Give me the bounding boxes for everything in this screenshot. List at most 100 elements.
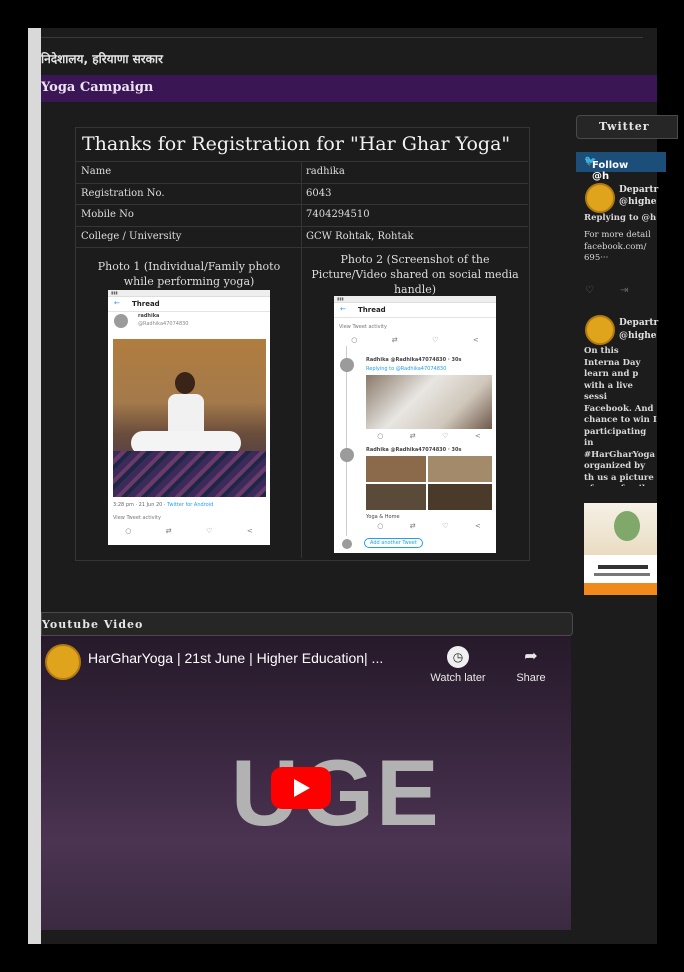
bedsheet <box>113 451 266 497</box>
thread-title: Thread <box>358 306 386 314</box>
youtube-tab-label: Youtube Video <box>42 618 144 631</box>
tweet-author-handle[interactable]: @highe <box>619 196 657 208</box>
divider <box>301 227 302 248</box>
avatar <box>340 448 354 462</box>
retweet-icon[interactable]: ⇄ <box>410 522 416 530</box>
clock-icon: ◷ <box>447 646 469 668</box>
share-arrow-icon: ➦ <box>524 648 538 665</box>
share-icon[interactable]: < <box>247 527 253 535</box>
tweet-photo <box>366 456 426 482</box>
tweet-actions: ○ ⇄ ♡ < <box>108 527 270 535</box>
photo2-screenshot[interactable]: ▮▮▮ ← Thread View Tweet activity ○ ⇄ ♡ <… <box>334 296 496 553</box>
share-label: Share <box>516 672 546 684</box>
tweet-actions: ○ ⇄ ♡ < <box>364 522 494 530</box>
reg-row-mobile: Mobile No 7404294510 <box>76 204 528 226</box>
department-label: निदेशालय, हरियाणा सरकार <box>41 52 163 66</box>
thread-header: ← Thread <box>108 297 270 312</box>
twitter-tab-label: Twitter <box>599 120 650 133</box>
like-icon[interactable]: ♡ <box>585 285 594 296</box>
like-icon[interactable]: ♡ <box>432 336 438 344</box>
photo2-heading: Photo 2 (Screenshot of the Picture/Video… <box>311 253 519 296</box>
play-icon <box>294 779 310 797</box>
divider <box>301 205 302 226</box>
retweet-icon[interactable]: ⇄ <box>392 336 398 344</box>
status-bar: ▮▮▮ <box>108 290 270 297</box>
view-activity[interactable]: View Tweet activity <box>113 515 265 521</box>
top-divider <box>41 37 643 38</box>
tweet-user: radhika <box>138 313 160 319</box>
tweet-reply-to: Replying to @h <box>584 213 657 223</box>
reg-label: Name <box>81 166 112 177</box>
poster-figure <box>614 511 640 541</box>
video-title[interactable]: HarGharYoga | 21st June | Higher Educati… <box>88 650 438 666</box>
tweet-text: On this Interna Day learn and p with a l… <box>584 346 657 486</box>
reply-icon[interactable]: ○ <box>125 527 131 535</box>
thread-line <box>346 346 347 536</box>
reply-icon[interactable]: ○ <box>377 522 383 530</box>
back-arrow-icon: ← <box>340 305 346 313</box>
tweet-client-link[interactable]: Twitter for Android <box>167 502 213 508</box>
share-icon[interactable]: ⇥ <box>620 285 628 296</box>
share-button[interactable]: ➦ Share <box>509 646 553 684</box>
follow-button[interactable]: 🐦 Follow @h <box>576 152 666 182</box>
twitter-avatar[interactable] <box>585 315 615 345</box>
channel-avatar[interactable] <box>45 644 81 680</box>
avatar <box>342 539 352 549</box>
section-bar: Yoga Campaign <box>41 75 657 102</box>
reg-label: College / University <box>81 231 182 242</box>
tweet-author: radhika @Radhika47074830 <box>108 312 270 330</box>
play-button[interactable] <box>271 767 331 809</box>
share-icon[interactable]: < <box>475 522 481 530</box>
back-arrow-icon: ← <box>114 299 120 307</box>
tweet-timestamp: 3:28 pm · 21 Jun 20 · <box>113 502 166 508</box>
like-icon[interactable]: ♡ <box>206 527 212 535</box>
reg-row-name: Name radhika <box>76 161 528 183</box>
retweet-icon[interactable]: ⇄ <box>410 432 416 440</box>
tweet-author-handle[interactable]: @highe <box>619 330 657 342</box>
youtube-player[interactable]: HarGharYoga | 21st June | Higher Educati… <box>41 636 571 930</box>
yoga-photo <box>113 339 266 497</box>
thumbnail-logo: UGE <box>231 740 441 845</box>
row-divider <box>76 247 528 248</box>
poster-text-line <box>598 565 648 569</box>
reg-value: GCW Rohtak, Rohtak <box>306 231 414 242</box>
poster-text-line <box>594 573 650 576</box>
youtube-tab[interactable]: Youtube Video <box>41 612 573 636</box>
campaign-poster[interactable] <box>584 503 657 595</box>
like-icon[interactable]: ♡ <box>442 522 448 530</box>
tweet-photo <box>366 375 492 429</box>
retweet-icon[interactable]: ⇄ <box>166 527 172 535</box>
tweet-photo <box>428 456 492 482</box>
tweet-photo <box>428 484 492 510</box>
tweet-author-name[interactable]: Departr <box>619 184 658 196</box>
share-icon[interactable]: < <box>473 336 479 344</box>
divider <box>301 184 302 205</box>
follow-text: Follow @h <box>592 160 629 182</box>
tweet-handle: @Radhika47074830 <box>138 321 189 327</box>
photo1-screenshot[interactable]: ▮▮▮ ← Thread radhika @Radhika47074830 3:… <box>108 290 270 545</box>
reply-user: Radhika @Radhika47074830 · 30s <box>366 357 462 363</box>
reply-icon[interactable]: ○ <box>351 336 357 344</box>
share-icon[interactable]: < <box>475 432 481 440</box>
like-icon[interactable]: ♡ <box>442 432 448 440</box>
reg-value: 6043 <box>306 188 332 199</box>
tweet-text: For more detail facebook.com/ 695··· <box>584 230 651 263</box>
reg-row-number: Registration No. 6043 <box>76 183 528 205</box>
tweet-photo <box>366 484 426 510</box>
avatar <box>340 358 354 372</box>
reply-icon[interactable]: ○ <box>377 432 383 440</box>
poster-banner <box>584 583 657 595</box>
tweet-meta: 3:28 pm · 21 Jun 20 · Twitter for Androi… <box>113 502 265 508</box>
tweet-author-name[interactable]: Departr <box>619 317 658 329</box>
left-edge <box>28 28 41 944</box>
thread-header: ← Thread <box>334 303 496 318</box>
twitter-tab[interactable]: Twitter <box>576 115 678 139</box>
watch-later-button[interactable]: ◷ Watch later <box>427 646 489 684</box>
reg-value: 7404294510 <box>306 209 370 220</box>
person-head <box>175 372 195 394</box>
twitter-avatar[interactable] <box>585 183 615 213</box>
view-activity[interactable]: View Tweet activity <box>339 324 491 330</box>
reply-user: Radhika @Radhika47074830 · 30s <box>366 447 462 453</box>
add-tweet-button[interactable]: Add another Tweet <box>364 538 423 548</box>
photo1-heading: Photo 1 (Individual/Family photo while p… <box>97 260 281 288</box>
